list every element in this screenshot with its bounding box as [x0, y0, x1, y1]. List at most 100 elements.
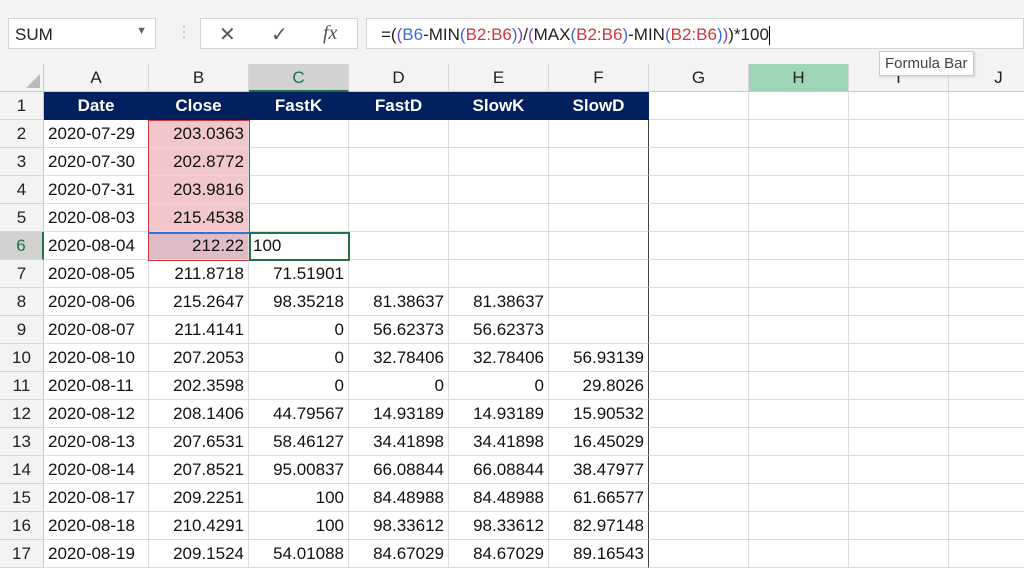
cell[interactable]: [749, 176, 849, 204]
row-header-14[interactable]: 14: [0, 456, 44, 484]
column-header-H[interactable]: H: [749, 64, 849, 92]
cell[interactable]: [849, 260, 949, 288]
cell-E4[interactable]: [449, 176, 549, 204]
cell-A10[interactable]: 2020-08-10: [44, 344, 149, 372]
column-header-A[interactable]: A: [44, 64, 149, 92]
row-header-5[interactable]: 5: [0, 204, 44, 232]
cell[interactable]: [849, 540, 949, 568]
cell-E12[interactable]: 14.93189: [449, 400, 549, 428]
cell-B13[interactable]: 207.6531: [149, 428, 249, 456]
cell-B17[interactable]: 209.1524: [149, 540, 249, 568]
cell-B9[interactable]: 211.4141: [149, 316, 249, 344]
cell-C13[interactable]: 58.46127: [249, 428, 349, 456]
drag-handle-icon[interactable]: ⋮: [176, 22, 192, 42]
cell[interactable]: [849, 344, 949, 372]
cell[interactable]: [949, 428, 1024, 456]
cell-C7[interactable]: 71.51901: [249, 260, 349, 288]
column-header-B[interactable]: B: [149, 64, 249, 92]
cell-B15[interactable]: 209.2251: [149, 484, 249, 512]
cell-B4[interactable]: 203.9816: [149, 176, 249, 204]
cell[interactable]: [749, 484, 849, 512]
cell-A12[interactable]: 2020-08-12: [44, 400, 149, 428]
cell[interactable]: [649, 204, 749, 232]
cell[interactable]: [949, 484, 1024, 512]
header-cell[interactable]: Date: [44, 92, 149, 120]
cell-C2[interactable]: [249, 120, 349, 148]
cell[interactable]: [649, 176, 749, 204]
row-header-9[interactable]: 9: [0, 316, 44, 344]
cell-B3[interactable]: 202.8772: [149, 148, 249, 176]
formula-input[interactable]: =((B6-MIN(B2:B6))/(MAX(B2:B6)-MIN(B2:B6)…: [366, 18, 1024, 49]
cell[interactable]: [649, 232, 749, 260]
cell[interactable]: [649, 316, 749, 344]
cell-E5[interactable]: [449, 204, 549, 232]
cell-C16[interactable]: 100: [249, 512, 349, 540]
cell[interactable]: [849, 92, 949, 120]
insert-function-button[interactable]: fx: [323, 22, 337, 45]
cell[interactable]: [849, 400, 949, 428]
cell-A6[interactable]: 2020-08-04: [44, 232, 149, 260]
cell[interactable]: [949, 120, 1024, 148]
cell-E11[interactable]: 0: [449, 372, 549, 400]
column-header-E[interactable]: E: [449, 64, 549, 92]
cell-E7[interactable]: [449, 260, 549, 288]
cell[interactable]: [749, 540, 849, 568]
chevron-down-icon[interactable]: ▼: [136, 25, 147, 37]
row-header-17[interactable]: 17: [0, 540, 44, 568]
cell-F14[interactable]: 38.47977: [549, 456, 649, 484]
row-header-11[interactable]: 11: [0, 372, 44, 400]
cell-A3[interactable]: 2020-07-30: [44, 148, 149, 176]
cell[interactable]: [749, 92, 849, 120]
cell[interactable]: [949, 288, 1024, 316]
cell-E14[interactable]: 66.08844: [449, 456, 549, 484]
cell-D12[interactable]: 14.93189: [349, 400, 449, 428]
cell-F10[interactable]: 56.93139: [549, 344, 649, 372]
cell-F17[interactable]: 89.16543: [549, 540, 649, 568]
cell-B12[interactable]: 208.1406: [149, 400, 249, 428]
cell[interactable]: [649, 372, 749, 400]
cell-D5[interactable]: [349, 204, 449, 232]
cell-F16[interactable]: 82.97148: [549, 512, 649, 540]
cell[interactable]: [749, 260, 849, 288]
cell[interactable]: [849, 456, 949, 484]
cell-A17[interactable]: 2020-08-19: [44, 540, 149, 568]
cell[interactable]: [649, 484, 749, 512]
cell-C3[interactable]: [249, 148, 349, 176]
cell[interactable]: [849, 372, 949, 400]
cell-A5[interactable]: 2020-08-03: [44, 204, 149, 232]
cell-A15[interactable]: 2020-08-17: [44, 484, 149, 512]
cell[interactable]: [849, 484, 949, 512]
cell-C6[interactable]: 100: [249, 232, 349, 260]
row-header-1[interactable]: 1: [0, 92, 44, 120]
cell[interactable]: [849, 148, 949, 176]
cell-D4[interactable]: [349, 176, 449, 204]
cell-E2[interactable]: [449, 120, 549, 148]
cell[interactable]: [949, 92, 1024, 120]
cell[interactable]: [749, 204, 849, 232]
cell-F6[interactable]: [549, 232, 649, 260]
cell-C15[interactable]: 100: [249, 484, 349, 512]
cell-D13[interactable]: 34.41898: [349, 428, 449, 456]
column-header-C[interactable]: C: [249, 64, 349, 92]
cell-E16[interactable]: 98.33612: [449, 512, 549, 540]
cell-D10[interactable]: 32.78406: [349, 344, 449, 372]
cell[interactable]: [949, 372, 1024, 400]
cell[interactable]: [749, 428, 849, 456]
cell-A2[interactable]: 2020-07-29: [44, 120, 149, 148]
row-header-15[interactable]: 15: [0, 484, 44, 512]
enter-check-icon[interactable]: ✓: [271, 22, 288, 47]
cell-B5[interactable]: 215.4538: [149, 204, 249, 232]
cell[interactable]: [749, 456, 849, 484]
cell[interactable]: [849, 176, 949, 204]
cell-C9[interactable]: 0: [249, 316, 349, 344]
cell-C12[interactable]: 44.79567: [249, 400, 349, 428]
cell-C14[interactable]: 95.00837: [249, 456, 349, 484]
cell[interactable]: [949, 232, 1024, 260]
cell-F11[interactable]: 29.8026: [549, 372, 649, 400]
header-cell[interactable]: FastD: [349, 92, 449, 120]
cell[interactable]: [949, 456, 1024, 484]
cell-B10[interactable]: 207.2053: [149, 344, 249, 372]
cell[interactable]: [949, 204, 1024, 232]
cell-F9[interactable]: [549, 316, 649, 344]
cell-F7[interactable]: [549, 260, 649, 288]
